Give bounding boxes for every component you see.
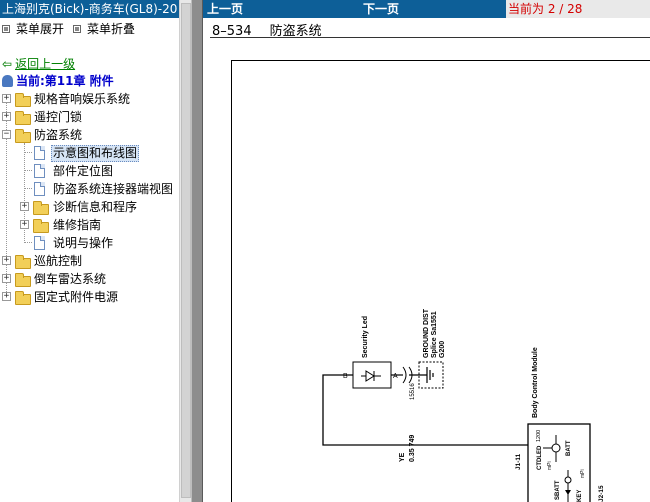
expand-plus-icon[interactable]: +: [20, 202, 29, 211]
mpi-label-2: mPi: [580, 469, 586, 478]
navigation-panel: 上海别克(Bick)-商务车(GL8)-20 菜单展开 菜单折叠 ⇦ 返回上一级 …: [0, 0, 179, 502]
folder-icon: [15, 273, 31, 287]
current-chapter: 当前:第11章 附件: [2, 72, 114, 89]
wire-gauge-label: 0.35 749: [409, 435, 416, 462]
tree-item-label[interactable]: 防盗系统连接器端视图: [53, 180, 173, 198]
folder-icon: [15, 255, 31, 269]
tree-item-anti-theft[interactable]: − 防盗系统: [0, 126, 179, 144]
tree-item-component-locator[interactable]: 部件定位图: [0, 162, 179, 180]
mpi-label-1: mPi: [547, 461, 553, 470]
ctdled-label: CTDLED: [537, 445, 543, 470]
folder-open-icon: [15, 129, 31, 143]
expand-icon: [2, 25, 10, 33]
back-link-label: 返回上一级: [15, 57, 76, 71]
pin-b-label: B: [343, 373, 348, 380]
collapse-icon: [73, 25, 81, 33]
document-icon: [34, 164, 45, 178]
document-icon: [34, 146, 45, 160]
tree-item-repair[interactable]: + 维修指南: [0, 216, 179, 234]
tree-item-diagnostics[interactable]: + 诊断信息和程序: [0, 198, 179, 216]
key-label: KEY: [577, 490, 583, 502]
expand-plus-icon[interactable]: +: [2, 292, 11, 301]
tree-item-label[interactable]: 规格音响娱乐系统: [34, 90, 130, 108]
tree-item-label[interactable]: 示意图和布线图: [51, 145, 140, 162]
tree-item-cruise[interactable]: + 巡航控制: [0, 252, 179, 270]
document-icon: [34, 182, 45, 196]
tree-item-audio[interactable]: + 规格音响娱乐系统: [0, 90, 179, 108]
collapse-menu-button[interactable]: 菜单折叠: [73, 22, 135, 36]
folder-icon: [33, 219, 49, 233]
security-led-label: Security Led: [362, 316, 369, 358]
tree-item-description[interactable]: 说明与操作: [0, 234, 179, 252]
bcm-label: Body Control Module: [532, 347, 539, 418]
pin-a-label: A: [393, 373, 398, 380]
expand-plus-icon[interactable]: +: [2, 94, 11, 103]
tree-item-schematics[interactable]: 示意图和布线图: [0, 144, 179, 162]
tree-item-label[interactable]: 固定式附件电源: [34, 288, 118, 306]
document-viewer: 上一页 下一页 当前为 2 / 28 8–534 防盗系统 B A Securit…: [203, 0, 650, 502]
wire-color-label: YE: [399, 452, 406, 462]
user-icon: [2, 75, 13, 87]
sbatt-label: SBATT: [555, 480, 561, 500]
expand-plus-icon[interactable]: +: [2, 112, 11, 121]
tree-item-label[interactable]: 说明与操作: [53, 234, 113, 252]
j2-connector-label: J2-15: [598, 485, 605, 502]
connector-label: J1-11: [515, 453, 522, 470]
tree-item-accessory-power[interactable]: + 固定式附件电源: [0, 288, 179, 306]
collapse-menu-label: 菜单折叠: [87, 22, 136, 36]
wiring-diagram: B A Security Led 15516 GROUND DIST Splic…: [322, 308, 605, 502]
back-link[interactable]: ⇦ 返回上一级: [2, 55, 75, 72]
ground-ref-label: 15516: [410, 383, 416, 400]
folder-icon: [33, 201, 49, 215]
left-scrollbar[interactable]: [179, 0, 191, 502]
tree-item-connector-views[interactable]: 防盗系统连接器端视图: [0, 180, 179, 198]
tree-item-parking-radar[interactable]: + 倒车雷达系统: [0, 270, 179, 288]
collapse-minus-icon[interactable]: −: [2, 130, 11, 139]
ctdled-num-label: 1200: [536, 430, 542, 442]
document-icon: [34, 236, 45, 250]
tree-item-label[interactable]: 巡航控制: [34, 252, 82, 270]
tree-item-label[interactable]: 遥控门锁: [34, 108, 82, 126]
folder-icon: [15, 93, 31, 107]
expand-menu-label: 菜单展开: [16, 22, 65, 36]
tree-item-label[interactable]: 维修指南: [53, 216, 101, 234]
expand-menu-button[interactable]: 菜单展开: [2, 22, 64, 36]
batt-label: BATT: [566, 440, 572, 456]
tree-item-label[interactable]: 防盗系统: [34, 126, 82, 144]
ground-dist-label-2: Splice Sa1551: [431, 311, 438, 358]
scrollbar-thumb[interactable]: [181, 3, 191, 498]
ground-dist-label-1: GROUND DIST: [423, 308, 430, 358]
expand-plus-icon[interactable]: +: [2, 274, 11, 283]
connector-symbol: [402, 366, 407, 384]
expand-plus-icon[interactable]: +: [20, 220, 29, 229]
tree-item-label[interactable]: 部件定位图: [53, 162, 113, 180]
expand-plus-icon[interactable]: +: [2, 256, 11, 265]
folder-icon: [15, 291, 31, 305]
back-arrow-icon: ⇦: [2, 57, 13, 71]
tree-item-label[interactable]: 倒车雷达系统: [34, 270, 106, 288]
tree-item-remote-lock[interactable]: + 遥控门锁: [0, 108, 179, 126]
ground-dist-label-3: G200: [439, 341, 446, 358]
tree-item-label[interactable]: 诊断信息和程序: [53, 198, 137, 216]
panel-splitter[interactable]: [191, 0, 203, 502]
manual-title: 上海别克(Bick)-商务车(GL8)-20: [0, 0, 179, 18]
ground-icon: [426, 367, 434, 383]
folder-icon: [15, 111, 31, 125]
current-chapter-label: 当前:第11章 附件: [16, 74, 114, 88]
